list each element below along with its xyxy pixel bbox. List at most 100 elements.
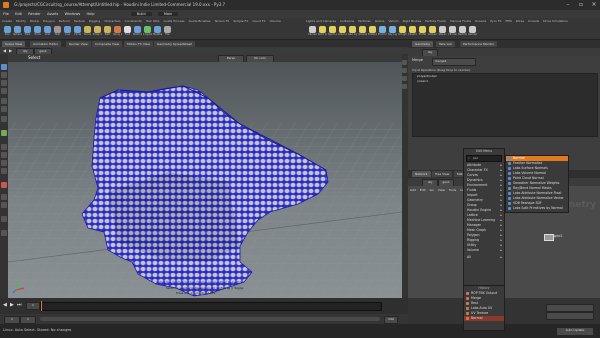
input-item[interactable]: ocean1 [413, 79, 597, 84]
select-tool-icon[interactable] [1, 64, 7, 70]
timeline-ruler[interactable] [40, 302, 382, 311]
shelf-tab[interactable]: Terrain FX [214, 19, 229, 23]
shelf-tool[interactable]: Portal [418, 26, 427, 38]
shelf-tool[interactable]: Ambient [428, 26, 437, 38]
shelf-tool[interactable]: Curve [83, 26, 92, 38]
tab-take-list[interactable]: Take List [436, 41, 455, 47]
shelf-tab[interactable]: Lights and Cameras [306, 19, 336, 23]
shelf-tool[interactable]: Draw Curve [93, 26, 102, 38]
edges-select-icon[interactable] [1, 152, 7, 158]
timeline-cursor[interactable] [41, 301, 42, 311]
handle-tool-icon[interactable] [1, 98, 7, 104]
faces-select-icon[interactable] [1, 160, 7, 166]
tab-network[interactable]: Network [412, 171, 431, 177]
shelf-tool[interactable]: Box [3, 26, 12, 38]
shelf-tool[interactable]: Area Light [338, 26, 347, 38]
shelf-tab[interactable]: Texture [74, 19, 85, 23]
range-start-field[interactable]: 1 [20, 316, 36, 324]
display-options-icon[interactable] [402, 60, 407, 65]
shelf-tool[interactable]: GI Light [398, 26, 407, 38]
minimize-icon[interactable]: – [562, 0, 574, 10]
shelf-tab[interactable]: Vellum [388, 19, 398, 23]
shelf-tool[interactable]: Spot Light [328, 26, 337, 38]
range-slider[interactable] [40, 317, 380, 321]
submenu-item[interactable]: Labs Split Primitives by Normal [506, 206, 568, 211]
shelf-tool[interactable]: Spray Paint [113, 26, 122, 38]
menu-file[interactable]: File [3, 12, 9, 16]
shelf-tool[interactable]: VR Camera [448, 26, 457, 38]
shelf-tab[interactable]: Grains [375, 19, 385, 23]
shelf-tool[interactable]: Geo Light [348, 26, 357, 38]
tab-performance-monitor[interactable]: Performance Monitor [460, 41, 498, 47]
shelf-tool[interactable]: L-System [143, 26, 152, 38]
tab-tree-view[interactable]: Tree View [432, 171, 453, 177]
shelf-tab[interactable]: Particles [358, 19, 371, 23]
shelf-tool[interactable]: Environment [378, 26, 387, 38]
node-name-field[interactable]: merge1 [432, 58, 476, 66]
shelf-tab[interactable]: Guide Brushes [189, 19, 211, 23]
shelf-tab[interactable]: Guide Process [163, 19, 184, 23]
network-menu-item[interactable]: Add [410, 188, 416, 192]
tab-menu-item[interactable]: Volume ▸ [464, 248, 504, 253]
shelf-tab[interactable]: Rigging [89, 19, 100, 23]
shelf-tab[interactable]: Model [30, 19, 39, 23]
shelf-tab[interactable]: Drive Simulation [543, 19, 568, 23]
menu-render[interactable]: Render [28, 12, 40, 16]
shelf-tool[interactable]: Tube [23, 26, 32, 38]
shelf-tab[interactable]: Crowds [528, 19, 539, 23]
step-forward-icon[interactable]: ⏭ [17, 302, 22, 308]
scene-viewport[interactable]: Select the geometry, then choose an oper… [8, 62, 402, 298]
shelf-tab[interactable]: Constraints [125, 19, 142, 23]
current-frame-field[interactable]: 1 [26, 302, 40, 310]
shelf-tool[interactable]: Platonic [133, 26, 142, 38]
shelf-tab[interactable]: Volume [270, 19, 281, 23]
visibility-icon[interactable] [1, 216, 7, 222]
group-select-icon[interactable] [1, 182, 7, 188]
shelf-tab[interactable]: Polygon [43, 19, 55, 23]
shelf-tool[interactable]: Path [103, 26, 112, 38]
close-icon[interactable]: × [588, 0, 600, 10]
maximize-icon[interactable]: ▫ [575, 0, 587, 10]
shelf-tool[interactable]: Null [53, 26, 62, 38]
shelf-tab[interactable]: FEM [506, 19, 512, 23]
shelf-tool[interactable]: Stereo [438, 26, 447, 38]
objects-select-icon[interactable] [1, 168, 7, 174]
shelf-tool[interactable]: Point Light [318, 26, 327, 38]
shelf-tab[interactable]: Wires [516, 19, 524, 23]
shelf-tool[interactable]: Sky Light [388, 26, 397, 38]
lasso-icon[interactable] [1, 194, 7, 200]
points-select-icon[interactable] [1, 144, 7, 150]
shelf-tab[interactable]: Oceans [475, 19, 486, 23]
shelf-tool[interactable]: Switcher [458, 26, 467, 38]
network-menu-item[interactable]: Go [430, 188, 434, 192]
play-icon[interactable]: ▶ [10, 302, 14, 308]
shelf-tab[interactable]: Modify [16, 19, 26, 23]
range-end-field[interactable]: 240 [384, 316, 398, 324]
timeline[interactable]: ◀ ▶ ⏭ 1 [0, 298, 408, 314]
back-icon[interactable]: ◀ [3, 48, 6, 53]
shelf-tool[interactable]: Caustic [408, 26, 417, 38]
menu-help[interactable]: Help [87, 12, 95, 16]
tab-geometry[interactable]: Geometry [412, 41, 433, 47]
play-back-icon[interactable]: ◀ [3, 302, 7, 308]
shelf-tab[interactable]: Hair Utils [146, 19, 160, 23]
network-menu-item[interactable]: View [438, 188, 445, 192]
shelf-tool[interactable]: Torus [33, 26, 42, 38]
start-frame-field[interactable]: 1 [4, 316, 20, 324]
view-tool-icon[interactable] [1, 116, 7, 122]
shelf-tab[interactable]: Create [2, 19, 12, 23]
forward-icon[interactable]: ▶ [9, 48, 12, 53]
shelf-tool[interactable]: Grid [43, 26, 52, 38]
rotate-tool-icon[interactable] [1, 80, 7, 86]
auto-update-button[interactable]: Auto Update [556, 327, 594, 336]
tab-menu-search[interactable]: ⌕ nor [466, 155, 502, 162]
history-item[interactable]: Normal [464, 316, 504, 321]
shelf-tool[interactable]: Distant [368, 26, 377, 38]
shelf-tool[interactable]: Sphere [13, 26, 22, 38]
wireframe-icon[interactable] [402, 76, 407, 81]
network-lower-button-2[interactable] [546, 312, 594, 320]
shelf-tab[interactable]: Deform [59, 19, 70, 23]
shelf-tool[interactable]: Circle [73, 26, 82, 38]
tab-menu-all[interactable]: All ▸ [464, 255, 504, 260]
shelf-tab[interactable]: Particle Fluids [425, 19, 446, 23]
